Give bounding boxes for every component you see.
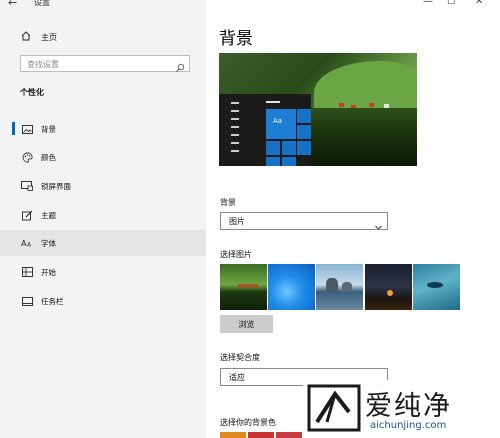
nav-home-label: 主页 (41, 32, 57, 42)
sidebar-item-label: 颜色 (41, 152, 56, 162)
page-title: 背景 (219, 29, 253, 49)
sidebar-item-label: 开始 (41, 267, 56, 277)
sidebar-item-label: 任务栏 (41, 296, 64, 306)
watermark: 爱纯净 aichunjing.com (303, 380, 500, 438)
sidebar-item-start[interactable]: 开始 (0, 259, 206, 285)
maximize-icon[interactable]: ☐ (447, 0, 455, 7)
search-placeholder: 查找设置 (27, 60, 59, 69)
nav-home[interactable]: 主页 (0, 27, 206, 47)
picture-thumbnail[interactable] (365, 264, 412, 310)
settings-sidebar: ← 设置 主页 查找设置 个性化 背景 颜色 锁屏界面 主题 A A 字体 开始… (0, 0, 206, 438)
taskbar-icon (21, 295, 33, 307)
title-bar: ← 设置 (0, 0, 206, 14)
choose-picture-label: 选择图片 (220, 250, 252, 259)
watermark-url: aichunjing.com (370, 420, 447, 431)
browse-button[interactable]: 浏览 (220, 315, 273, 333)
search-icon[interactable] (175, 58, 185, 73)
color-swatch[interactable] (220, 432, 246, 438)
chevron-down-icon (375, 372, 382, 386)
sidebar-item-background[interactable]: 背景 (0, 116, 206, 142)
desktop-preview: Aa (219, 53, 417, 166)
sidebar-item-label: 背景 (41, 124, 56, 134)
sidebar-item-label: 锁屏界面 (41, 181, 71, 191)
picture-thumbnail[interactable] (268, 264, 315, 310)
lock-screen-icon (21, 180, 33, 192)
home-icon (21, 30, 35, 44)
sidebar-item-label: 主题 (41, 210, 56, 220)
back-arrow-icon[interactable]: ← (8, 0, 17, 9)
close-icon[interactable]: ✕ (475, 0, 483, 7)
chevron-down-icon (375, 216, 382, 230)
section-personalization: 个性化 (20, 88, 44, 97)
dropdown-value: 适应 (229, 373, 245, 382)
svg-text:A: A (27, 242, 32, 249)
background-type-dropdown[interactable]: 图片 (220, 212, 388, 230)
watermark-logo (305, 382, 363, 434)
theme-brush-icon (21, 209, 33, 221)
watermark-text: 爱纯净 (365, 391, 452, 422)
font-icon: AA (21, 237, 33, 249)
picture-thumbnail[interactable] (413, 264, 460, 310)
sidebar-item-lock-screen[interactable]: 锁屏界面 (0, 173, 206, 199)
window-controls: — ☐ ✕ (206, 0, 500, 14)
image-icon (21, 123, 33, 135)
sidebar-item-label: 字体 (41, 238, 56, 248)
sidebar-item-fonts[interactable]: AA 字体 (0, 230, 206, 256)
color-swatch[interactable] (276, 432, 302, 438)
color-swatch[interactable] (248, 432, 274, 438)
fit-label: 选择契合度 (220, 353, 260, 362)
sidebar-item-taskbar[interactable]: 任务栏 (0, 288, 206, 314)
background-color-label: 选择你的背景色 (220, 418, 276, 427)
dropdown-value: 图片 (229, 217, 245, 226)
background-label: 背景 (220, 198, 236, 207)
sidebar-item-colors[interactable]: 颜色 (0, 144, 206, 170)
palette-icon (21, 151, 33, 163)
sidebar-item-themes[interactable]: 主题 (0, 202, 206, 228)
start-grid-icon (21, 266, 33, 278)
minimize-icon[interactable]: — (423, 0, 433, 7)
picture-thumbnail[interactable] (220, 264, 267, 310)
picture-thumbnail[interactable] (316, 264, 363, 310)
search-settings-input[interactable]: 查找设置 (20, 55, 190, 73)
window-title: 设置 (34, 0, 50, 7)
preview-tile-label: Aa (273, 117, 283, 125)
